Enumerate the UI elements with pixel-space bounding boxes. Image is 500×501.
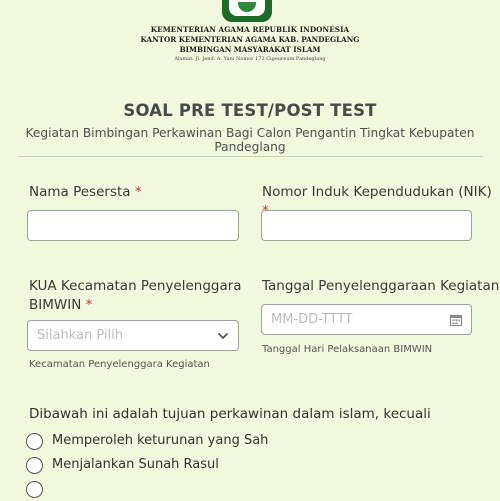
option-label: Menjalankan Sunah Rasul [52,457,219,472]
option-label: Memperoleh keturunan yang Sah [52,433,269,448]
letterhead-address: Alamat: Jl. Jend. A. Yani Nomor 172 Cige… [174,56,326,62]
chevron-down-icon [218,333,228,339]
letterhead-line-2: KANTOR KEMENTERIAN AGAMA KAB. PANDEGLANG [140,35,360,44]
question-text: Dibawah ini adalah tujuan perkawinan dal… [29,406,431,422]
kua-help-text: Kecamatan Penyelenggara Kegiatan [29,359,210,370]
form-page: KEMENTERIAN AGAMA REPUBLIK INDONESIA KAN… [0,0,500,498]
date-input-placeholder: MM-DD-TTTT [271,312,353,327]
letterhead-line-1: KEMENTERIAN AGAMA REPUBLIK INDONESIA [150,25,350,34]
required-mark: * [134,184,142,200]
radio-button[interactable] [26,457,43,474]
ministry-logo [222,0,272,22]
date-input[interactable]: MM-DD-TTTT [261,304,472,335]
letterhead-line-3: BIMBINGAN MASYARAKAT ISLAM [179,45,321,54]
calendar-icon[interactable] [449,313,463,327]
form-title: SOAL PRE TEST/POST TEST [123,101,377,120]
nik-input[interactable] [261,210,472,241]
radio-button[interactable] [26,433,43,450]
name-label: Nama Pesersta * [29,184,142,200]
date-label: Tanggal Penyelenggaraan Kegiatan [262,278,500,294]
name-input[interactable] [27,210,239,241]
form-subtitle: Kegiatan Bimbingan Perkawinan Bagi Calon… [25,126,475,154]
kua-select-placeholder: Silahkan Pilih [37,328,123,343]
divider [18,156,483,157]
date-help-text: Tanggal Hari Pelaksanaan BIMWIN [262,344,433,355]
kua-select[interactable]: Silahkan Pilih [27,320,239,351]
required-mark: * [85,297,93,313]
kua-label: KUA Kecamatan Penyelenggara BIMWIN * [29,278,242,313]
